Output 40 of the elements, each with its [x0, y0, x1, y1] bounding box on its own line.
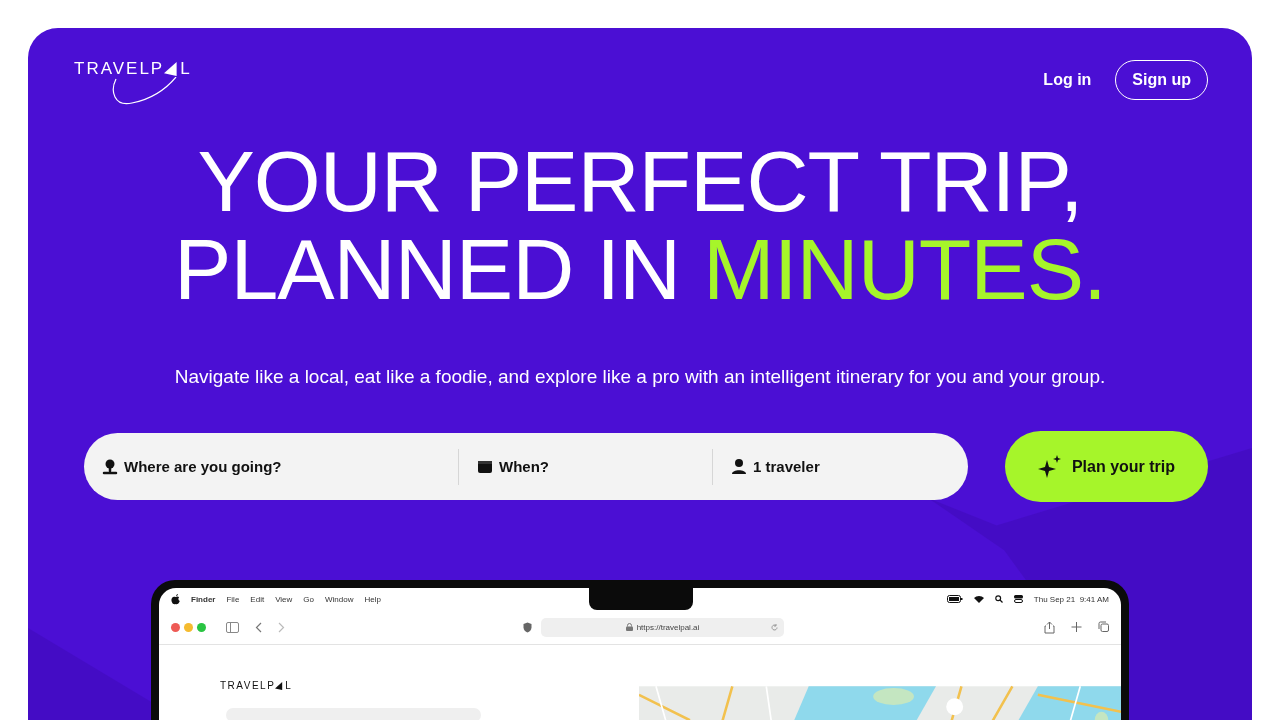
- apple-icon: [171, 593, 180, 605]
- login-link[interactable]: Log in: [1043, 71, 1092, 89]
- logo-text: TRAVELP: [220, 681, 276, 691]
- subtitle: Navigate like a local, eat like a foodie, and explore like a pro with an intelligent itinerary for you and your group.: [173, 365, 1107, 389]
- forward-icon[interactable]: [278, 621, 285, 633]
- calendar-icon: [477, 458, 493, 475]
- lock-icon: [625, 623, 633, 631]
- menu-item[interactable]: Go: [303, 594, 314, 604]
- menu-item[interactable]: View: [275, 594, 293, 604]
- logo-text: L: [180, 60, 192, 77]
- menu-item[interactable]: Finder: [191, 594, 216, 604]
- plan-trip-button[interactable]: Plan your trip: [1005, 431, 1208, 502]
- menu-item[interactable]: Help: [364, 594, 381, 604]
- menu-item[interactable]: File: [226, 594, 240, 604]
- wifi-icon: [973, 595, 984, 603]
- search-field[interactable]: Where are you going?: [124, 458, 324, 475]
- headline: YOUR PERFECT TRIP, PLANNED IN MINUTES.: [173, 137, 1107, 313]
- sidebar-icon[interactable]: [226, 621, 239, 633]
- tabs-icon[interactable]: [1098, 620, 1109, 634]
- paper-plane-icon: [275, 682, 284, 690]
- menu-item[interactable]: Window: [325, 594, 354, 604]
- person-icon: [731, 458, 747, 475]
- paper-plane-icon: [164, 61, 179, 76]
- search-field[interactable]: When?: [499, 458, 699, 475]
- plus-icon[interactable]: [1071, 620, 1082, 634]
- logo-text: L: [285, 681, 293, 691]
- pin-icon: [102, 458, 118, 475]
- menu-item[interactable]: Edit: [250, 594, 265, 604]
- logo-text: TRAVELP: [74, 60, 165, 77]
- toggle-icon: [1013, 595, 1023, 603]
- menubar-clock: Thu Sep 21 9:41 AM: [1033, 594, 1109, 604]
- battery-icon: [946, 595, 963, 603]
- share-icon[interactable]: [1044, 620, 1055, 634]
- sparkle-icon: [1037, 454, 1062, 479]
- shield-icon: [523, 621, 532, 633]
- url-field[interactable]: https://travelpal.ai: [541, 617, 784, 637]
- search-field[interactable]: 1 traveler: [753, 458, 953, 475]
- search-icon: [994, 595, 1003, 603]
- reload-icon: [771, 623, 778, 631]
- back-icon[interactable]: [255, 621, 262, 633]
